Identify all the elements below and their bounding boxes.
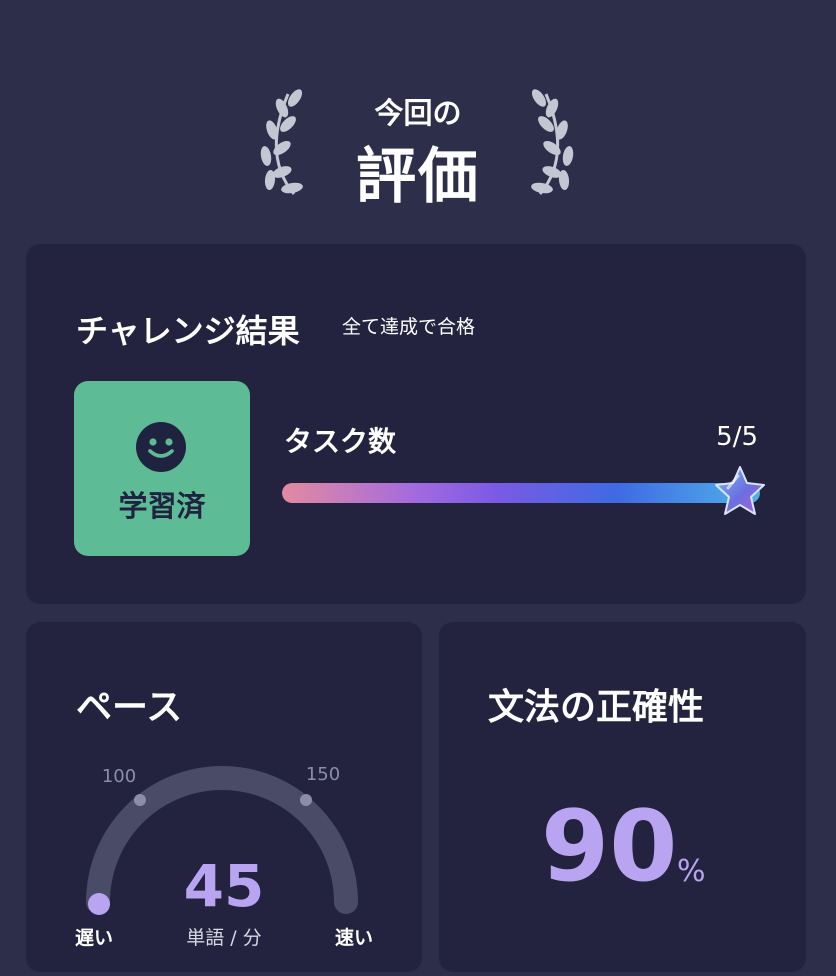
laurel-right-icon <box>531 89 574 195</box>
status-badge: 学習済 <box>74 381 250 556</box>
grammar-unit: % <box>677 854 706 889</box>
challenge-note: 全て達成で合格 <box>342 316 476 338</box>
challenge-title: チャレンジ結果 <box>76 312 300 350</box>
task-progress-fill <box>282 483 760 503</box>
task-progress-bar <box>282 483 760 503</box>
grammar-value: 90 <box>541 790 678 904</box>
pace-gauge: 100 150 45 単語 / 分 遅い 速い <box>75 764 373 949</box>
task-count: 5/5 <box>716 422 758 452</box>
gauge-label-150: 150 <box>306 764 340 785</box>
laurel-left-icon <box>260 89 303 195</box>
grammar-title: 文法の正確性 <box>488 687 705 728</box>
pace-value: 45 <box>184 852 265 920</box>
gauge-tick-100 <box>134 794 146 806</box>
gauge-tick-150 <box>300 794 312 806</box>
task-label: タスク数 <box>284 425 397 458</box>
pace-unit: 単語 / 分 <box>186 927 261 949</box>
smile-icon <box>136 422 186 472</box>
page-title: 評価 <box>356 142 480 212</box>
pace-title: ペース <box>76 687 183 728</box>
pace-slow-label: 遅い <box>75 927 113 949</box>
status-label: 学習済 <box>118 489 206 523</box>
gauge-indicator <box>88 893 110 915</box>
header-subtitle: 今回の <box>374 96 462 130</box>
star-icon <box>715 466 765 515</box>
challenge-result-card: チャレンジ結果 全て達成で合格 学習済 タスク数 5/5 <box>26 244 806 604</box>
gauge-label-100: 100 <box>102 766 136 787</box>
pace-fast-label: 速い <box>335 926 373 949</box>
evaluation-header: 今回の 評価 <box>0 0 836 240</box>
pace-card: ペース 100 150 45 単語 / 分 遅い 速い <box>26 622 422 972</box>
grammar-accuracy-card: 文法の正確性 90 % <box>439 622 806 972</box>
